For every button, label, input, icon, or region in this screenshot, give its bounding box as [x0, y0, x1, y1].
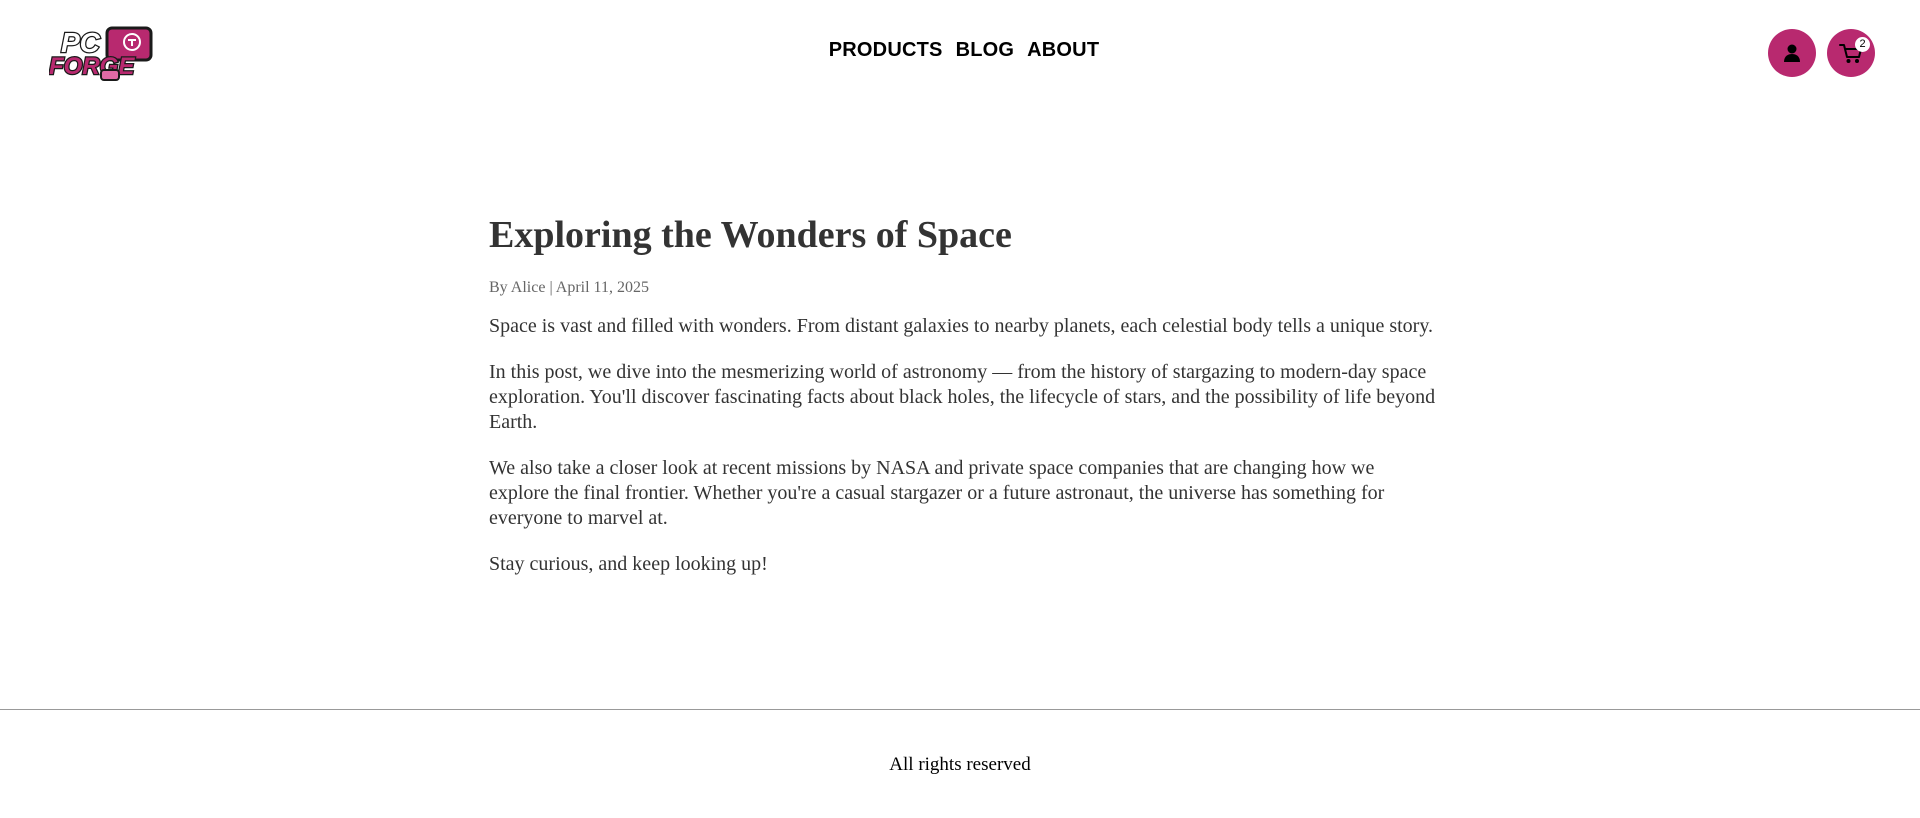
site-logo[interactable]: PC FORGE [49, 26, 157, 82]
footer-divider [0, 709, 1920, 710]
nav-products[interactable]: PRODUCTS [829, 38, 943, 62]
svg-text:FORGE: FORGE [49, 53, 135, 80]
article-title: Exploring the Wonders of Space [489, 214, 1012, 256]
account-button[interactable] [1768, 29, 1816, 77]
user-icon [1784, 44, 1800, 62]
article-paragraph: Stay curious, and keep looking up! [489, 553, 768, 575]
blog-article: Exploring the Wonders of Space By Alice … [489, 210, 1439, 598]
site-header: PC FORGE PRODUCTS BLOG ABOUT 2 [0, 0, 1920, 104]
article-meta: By Alice | April 11, 2025 [489, 279, 649, 296]
article-body: Space is vast and filled with wonders. F… [489, 314, 1439, 577]
nav-about[interactable]: ABOUT [1027, 38, 1099, 62]
cart-count-badge: 2 [1855, 37, 1870, 52]
pc-forge-logo-icon: PC FORGE [49, 26, 153, 81]
article-paragraph: In this post, we dive into the mesmerizi… [489, 361, 1436, 433]
article-paragraph: Space is vast and filled with wonders. F… [489, 315, 1434, 337]
article-paragraph: We also take a closer look at recent mis… [489, 457, 1385, 529]
cart-button[interactable]: 2 [1827, 29, 1875, 77]
footer-copyright: All rights reserved [889, 754, 1031, 775]
main-nav: PRODUCTS BLOG ABOUT [0, 38, 1920, 62]
nav-blog[interactable]: BLOG [956, 38, 1015, 62]
